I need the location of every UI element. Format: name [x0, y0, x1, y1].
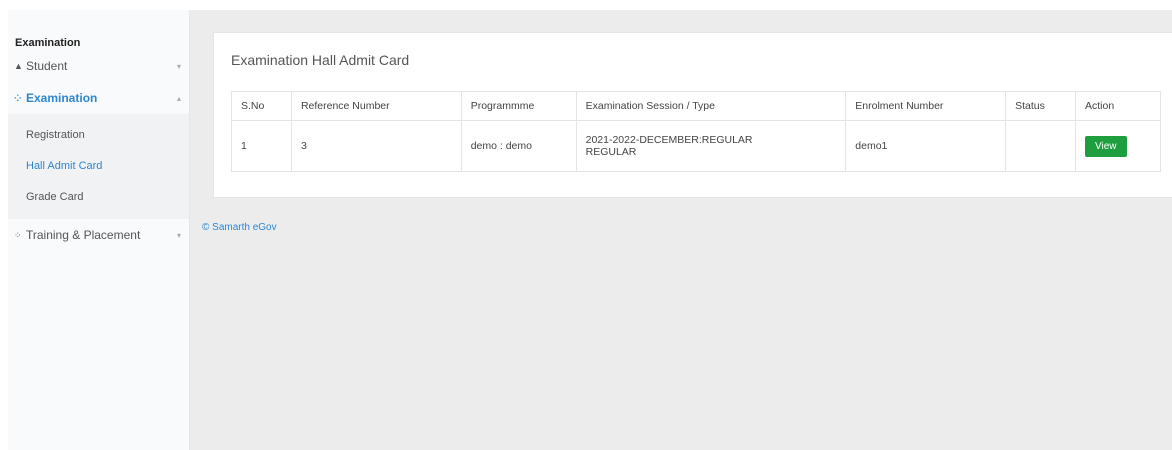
- app-frame: Examination ▲ Student ▾ ⁘ Examination ▴ …: [8, 10, 1172, 450]
- user-icon: ▲: [14, 61, 23, 71]
- cell-enrolment-number: demo1: [845, 120, 1007, 172]
- column-header: Action: [1075, 91, 1161, 121]
- users-icon: ⁘: [14, 229, 22, 240]
- main-content: Examination Hall Admit Card S.No Referen…: [190, 10, 1172, 450]
- session-line: 2021-2022-DECEMBER:REGULAR: [585, 134, 753, 146]
- chevron-down-icon: ▾: [176, 61, 181, 71]
- table-row: 1 3 demo : demo 2021-2022-DECEMBER:REGUL…: [231, 120, 1161, 172]
- admit-card-table: S.No Reference Number Programmme Examina…: [231, 91, 1161, 172]
- column-header: Reference Number: [290, 91, 462, 121]
- sidebar-item-label: Training & Placement: [26, 228, 141, 242]
- admit-card-panel: Examination Hall Admit Card S.No Referen…: [213, 32, 1172, 198]
- column-header: Examination Session / Type: [575, 91, 847, 121]
- examination-submenu: Registration Hall Admit Card Grade Card: [8, 114, 189, 219]
- cell-sno: 1: [231, 120, 292, 172]
- column-header: S.No: [231, 91, 292, 121]
- chevron-down-icon: ▾: [176, 230, 181, 240]
- session-type: REGULAR: [585, 146, 637, 158]
- submenu-item-hall-admit-card[interactable]: Hall Admit Card: [8, 151, 189, 182]
- sidebar: Examination ▲ Student ▾ ⁘ Examination ▴ …: [8, 10, 190, 450]
- footer-copyright-link[interactable]: © Samarth eGov: [202, 222, 277, 233]
- cell-reference-number: 3: [290, 120, 462, 172]
- sidebar-item-label: Examination: [26, 91, 98, 105]
- page-title: Examination Hall Admit Card: [231, 52, 410, 68]
- sidebar-heading: Examination: [15, 37, 81, 49]
- column-header: Enrolment Number: [845, 91, 1007, 121]
- cell-action: View: [1075, 120, 1161, 172]
- sidebar-item-label: Student: [26, 59, 68, 73]
- submenu-item-grade-card[interactable]: Grade Card: [8, 182, 189, 213]
- users-icon: ⁘: [14, 92, 22, 103]
- cell-programme: demo : demo: [460, 120, 577, 172]
- cell-status: [1005, 120, 1077, 172]
- sidebar-item-student[interactable]: ▲ Student ▾: [8, 50, 189, 82]
- column-header: Status: [1005, 91, 1077, 121]
- submenu-item-registration[interactable]: Registration: [8, 120, 189, 151]
- sidebar-item-training-placement[interactable]: ⁘ Training & Placement ▾: [8, 219, 189, 251]
- column-header: Programmme: [460, 91, 577, 121]
- sidebar-item-examination[interactable]: ⁘ Examination ▴: [8, 82, 189, 114]
- view-button[interactable]: View: [1085, 135, 1127, 157]
- cell-session: 2021-2022-DECEMBER:REGULAR REGULAR: [575, 120, 847, 172]
- table-header-row: S.No Reference Number Programmme Examina…: [231, 91, 1161, 121]
- chevron-up-icon: ▴: [176, 93, 181, 103]
